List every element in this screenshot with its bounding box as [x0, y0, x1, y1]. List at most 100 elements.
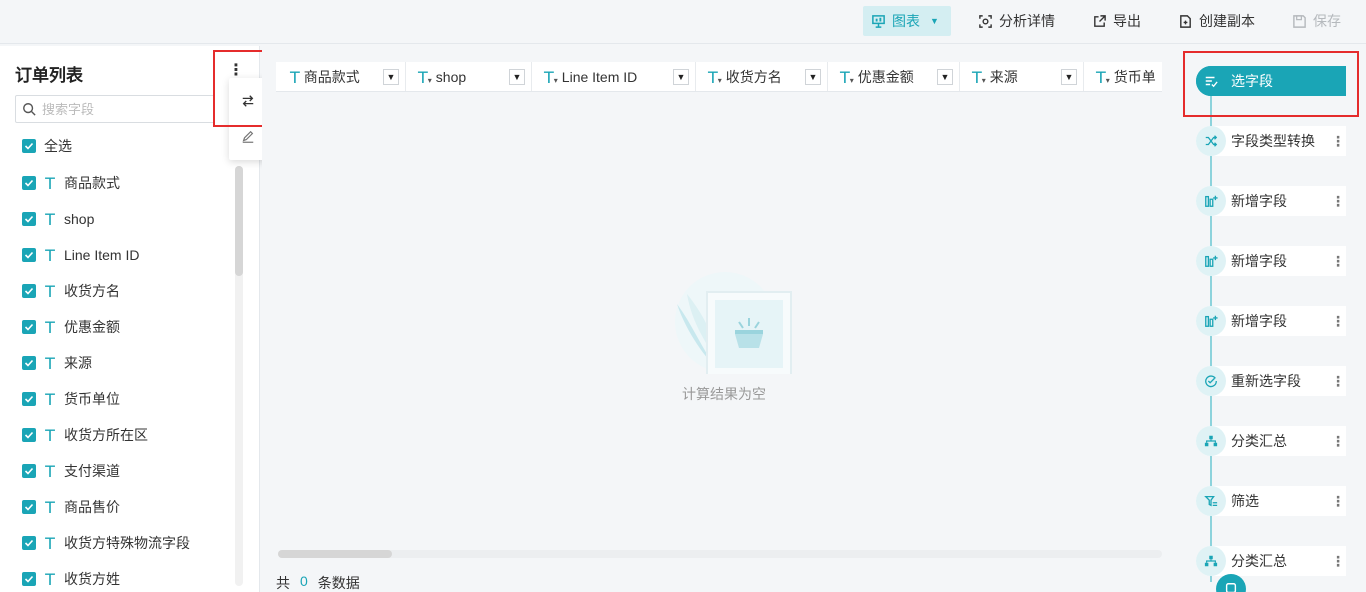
step-filter[interactable]: 筛选 ⋮	[1196, 486, 1346, 516]
step-label: 分类汇总	[1231, 433, 1287, 449]
step-label: 新增字段	[1231, 193, 1287, 209]
step-type-convert[interactable]: 字段类型转换 ⋮	[1196, 126, 1346, 156]
dropdown-arrow-icon[interactable]: ▼	[383, 69, 399, 85]
field-item[interactable]: T 收货方特殊物流字段	[22, 533, 190, 553]
dropdown-arrow-icon[interactable]: ▼	[937, 69, 953, 85]
text-type-icon: T	[45, 389, 55, 409]
chart-board-icon	[872, 14, 885, 28]
field-item[interactable]: T 货币单位	[22, 389, 120, 409]
save-button[interactable]: 保存	[1284, 6, 1349, 36]
step-label: 新增字段	[1231, 253, 1287, 269]
field-item[interactable]: T Line Item ID	[22, 245, 139, 265]
count-value: 0	[300, 573, 308, 589]
step-select-fields[interactable]: 选字段	[1196, 66, 1346, 96]
step-more-icon[interactable]: ⋮	[1330, 133, 1346, 150]
dropdown-arrow-icon[interactable]: ▼	[805, 69, 821, 85]
text-type-icon: T▾	[1096, 67, 1110, 87]
step-more-icon[interactable]: ⋮	[1330, 313, 1346, 330]
column-header[interactable]: T▾ 收货方名 ▼	[696, 62, 828, 91]
export-label: 导出	[1113, 13, 1141, 29]
column-label: 来源	[989, 69, 1018, 85]
step-add-field[interactable]: 新增字段 ⋮	[1196, 186, 1346, 216]
field-item[interactable]: T 收货方姓	[22, 569, 120, 589]
grid-horizontal-scrollbar[interactable]	[278, 550, 1162, 558]
step-more-icon[interactable]: ⋮	[1330, 433, 1346, 450]
field-panel: 订单列表 ⋮ 全选 T 商品款式 Tshop T Line Item ID T 收货方…	[0, 46, 260, 592]
field-item[interactable]: T 优惠金额	[22, 317, 120, 337]
field-item[interactable]: T 支付渠道	[22, 461, 120, 481]
column-label: 货币单	[1113, 69, 1156, 85]
step-label: 新增字段	[1231, 313, 1287, 329]
create-copy-label: 创建副本	[1199, 13, 1255, 29]
field-label: 商品款式	[64, 175, 120, 191]
checkbox-checked-icon	[22, 176, 36, 190]
step-more-icon[interactable]: ⋮	[1330, 373, 1346, 390]
text-type-icon: T▾	[840, 67, 854, 87]
step-more-icon[interactable]: ⋮	[1330, 253, 1346, 270]
text-type-icon: T	[45, 245, 55, 265]
field-label: 收货方姓	[64, 571, 120, 587]
step-label: 字段类型转换	[1231, 133, 1315, 149]
top-toolbar: 图表 ▼ 分析详情 导出 创建副本 保存	[0, 0, 1366, 44]
field-label: 商品售价	[64, 499, 120, 515]
step-add-field[interactable]: 新增字段 ⋮	[1196, 306, 1346, 336]
column-header[interactable]: T▾ 货币单	[1084, 62, 1162, 91]
field-item[interactable]: Tshop	[22, 209, 94, 229]
chart-button-label: 图表	[892, 13, 920, 29]
column-label: Line Item ID	[561, 69, 638, 85]
search-icon	[23, 103, 36, 116]
search-input[interactable]	[42, 101, 202, 117]
step-group-summary[interactable]: 分类汇总 ⋮	[1196, 426, 1346, 456]
column-header[interactable]: T 商品款式 ▼	[276, 62, 406, 91]
check-circle-icon	[1196, 366, 1226, 396]
export-button[interactable]: 导出	[1084, 6, 1149, 36]
text-type-icon: T	[45, 209, 55, 229]
column-header[interactable]: T▾ 来源 ▼	[960, 62, 1084, 91]
field-label: shop	[64, 211, 95, 227]
field-item[interactable]: T 商品款式	[22, 173, 120, 193]
step-group-summary[interactable]: 分类汇总 ⋮	[1196, 546, 1346, 576]
output-node-button[interactable]	[1216, 574, 1246, 592]
column-header[interactable]: T▾ 优惠金额 ▼	[828, 62, 960, 91]
step-more-icon[interactable]: ⋮	[1330, 193, 1346, 210]
shuffle-icon	[1196, 126, 1226, 156]
text-type-icon: T▾	[418, 67, 432, 87]
save-icon	[1293, 14, 1306, 28]
field-list-scrollbar[interactable]	[235, 166, 243, 586]
step-label: 分类汇总	[1231, 553, 1287, 569]
dropdown-arrow-icon[interactable]: ▼	[1061, 69, 1077, 85]
column-label: 收货方名	[725, 69, 782, 85]
field-item[interactable]: T 收货方名	[22, 281, 120, 301]
text-type-icon: T▾	[972, 67, 986, 87]
checkbox-checked-icon	[22, 356, 36, 370]
record-count: 共 0 条数据	[276, 573, 360, 592]
column-header[interactable]: T▾ shop ▼	[406, 62, 532, 91]
create-copy-button[interactable]: 创建副本	[1170, 6, 1263, 36]
panel-title: 订单列表	[15, 66, 83, 85]
field-item[interactable]: T 收货方所在区	[22, 425, 148, 445]
dropdown-arrow-icon[interactable]: ▼	[673, 69, 689, 85]
step-reselect-fields[interactable]: 重新选字段 ⋮	[1196, 366, 1346, 396]
focus-scan-icon	[979, 14, 992, 28]
scrollbar-thumb[interactable]	[278, 550, 392, 558]
text-type-icon: T	[45, 173, 55, 193]
field-label: Line Item ID	[64, 247, 140, 263]
text-type-icon: T	[290, 67, 300, 87]
checkbox-checked-icon	[22, 248, 36, 262]
chart-button[interactable]: 图表 ▼	[863, 6, 951, 36]
field-item[interactable]: T 来源	[22, 353, 92, 373]
step-add-field[interactable]: 新增字段 ⋮	[1196, 246, 1346, 276]
more-options-icon[interactable]: ⋮	[228, 60, 244, 80]
scrollbar-thumb[interactable]	[235, 166, 243, 276]
text-type-icon: T▾	[544, 67, 558, 87]
column-header[interactable]: T▾ Line Item ID ▼	[532, 62, 696, 91]
select-all-checkbox[interactable]: 全选	[22, 136, 72, 156]
select-fields-icon	[1196, 66, 1226, 96]
analysis-detail-button[interactable]: 分析详情	[970, 6, 1063, 36]
step-more-icon[interactable]: ⋮	[1330, 553, 1346, 570]
filter-icon	[1196, 486, 1226, 516]
dropdown-arrow-icon[interactable]: ▼	[509, 69, 525, 85]
copy-file-icon	[1180, 14, 1191, 28]
step-more-icon[interactable]: ⋮	[1330, 493, 1346, 510]
field-item[interactable]: T 商品售价	[22, 497, 120, 517]
